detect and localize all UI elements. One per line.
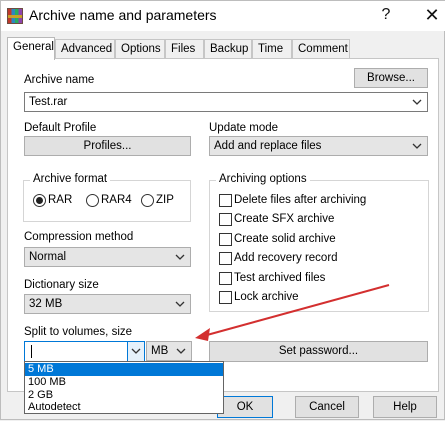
chevron-down-icon[interactable] xyxy=(410,95,424,109)
window-title: Archive name and parameters xyxy=(29,7,217,23)
tab-backup[interactable]: Backup xyxy=(204,39,252,59)
split-size-dropdown-list: 5 MB 100 MB 2 GB Autodetect xyxy=(24,361,224,414)
tab-advanced[interactable]: Advanced xyxy=(55,39,115,59)
split-size-dropdown-button[interactable] xyxy=(127,342,144,361)
help-title-button[interactable]: ? xyxy=(373,3,399,27)
tab-files[interactable]: Files xyxy=(165,39,204,59)
radio-rar4-label: RAR4 xyxy=(101,194,132,206)
checkbox-lock-archive[interactable] xyxy=(219,291,232,304)
dictionary-size-label: Dictionary size xyxy=(24,279,99,291)
dropdown-option-5mb[interactable]: 5 MB xyxy=(25,363,223,376)
split-volumes-label: Split to volumes, size xyxy=(24,326,133,338)
archive-name-label: Archive name xyxy=(24,74,95,86)
chevron-down-icon xyxy=(131,348,141,354)
cancel-button[interactable]: Cancel xyxy=(295,396,359,418)
checkbox-recovery-record[interactable] xyxy=(219,252,232,265)
delete-files-label: Delete files after archiving xyxy=(234,194,367,206)
dropdown-option-autodetect[interactable]: Autodetect xyxy=(25,401,223,414)
tab-comment[interactable]: Comment xyxy=(292,39,350,59)
archive-format-label: Archive format xyxy=(30,173,111,185)
update-mode-select[interactable]: Add and replace files xyxy=(209,136,428,156)
help-button[interactable]: Help xyxy=(373,396,437,418)
archive-name-value: Test.rar xyxy=(29,96,68,108)
archiving-options-label: Archiving options xyxy=(216,173,310,185)
radio-rar4[interactable] xyxy=(86,194,99,207)
compression-method-select[interactable]: Normal xyxy=(24,247,191,267)
chevron-down-icon[interactable] xyxy=(174,344,188,358)
checkbox-delete-files[interactable] xyxy=(219,194,232,207)
radio-zip[interactable] xyxy=(141,194,154,207)
test-files-label: Test archived files xyxy=(234,272,326,284)
ok-button[interactable]: OK xyxy=(217,396,273,418)
winrar-icon xyxy=(7,8,23,24)
radio-zip-label: ZIP xyxy=(156,194,174,206)
radio-rar-label: RAR xyxy=(48,194,73,206)
create-solid-label: Create solid archive xyxy=(234,233,336,245)
text-caret xyxy=(31,345,32,358)
archive-dialog: Archive name and parameters ? ✕ General … xyxy=(0,0,445,420)
title-bar: Archive name and parameters ? ✕ xyxy=(1,1,445,31)
compression-method-label: Compression method xyxy=(24,231,134,243)
checkbox-test-files[interactable] xyxy=(219,272,232,285)
chevron-down-icon[interactable] xyxy=(410,139,424,153)
default-profile-label: Default Profile xyxy=(24,122,97,134)
split-unit-value: MB xyxy=(151,345,169,357)
dictionary-size-value: 32 MB xyxy=(29,298,63,310)
dropdown-option-100mb[interactable]: 100 MB xyxy=(25,376,223,389)
split-unit-select[interactable]: MB xyxy=(146,341,192,361)
checkbox-create-solid[interactable] xyxy=(219,233,232,246)
close-button[interactable]: ✕ xyxy=(419,3,445,27)
chevron-down-icon[interactable] xyxy=(173,297,187,311)
profiles-button[interactable]: Profiles... xyxy=(24,136,191,156)
set-password-button[interactable]: Set password... xyxy=(209,341,428,362)
split-size-input[interactable] xyxy=(24,341,145,362)
tab-options[interactable]: Options xyxy=(115,39,165,59)
compression-method-value: Normal xyxy=(29,251,67,263)
radio-rar[interactable] xyxy=(33,194,46,207)
chevron-down-icon[interactable] xyxy=(173,250,187,264)
checkbox-create-sfx[interactable] xyxy=(219,213,232,226)
create-sfx-label: Create SFX archive xyxy=(234,213,335,225)
tab-time[interactable]: Time xyxy=(252,39,292,59)
tab-general[interactable]: General xyxy=(7,37,55,60)
dictionary-size-select[interactable]: 32 MB xyxy=(24,294,191,314)
recovery-record-label: Add recovery record xyxy=(234,252,338,264)
update-mode-value: Add and replace files xyxy=(214,140,322,152)
lock-archive-label: Lock archive xyxy=(234,291,299,303)
archive-name-field[interactable]: Test.rar xyxy=(24,92,428,112)
update-mode-label: Update mode xyxy=(209,122,279,134)
browse-button[interactable]: Browse... xyxy=(354,68,428,88)
